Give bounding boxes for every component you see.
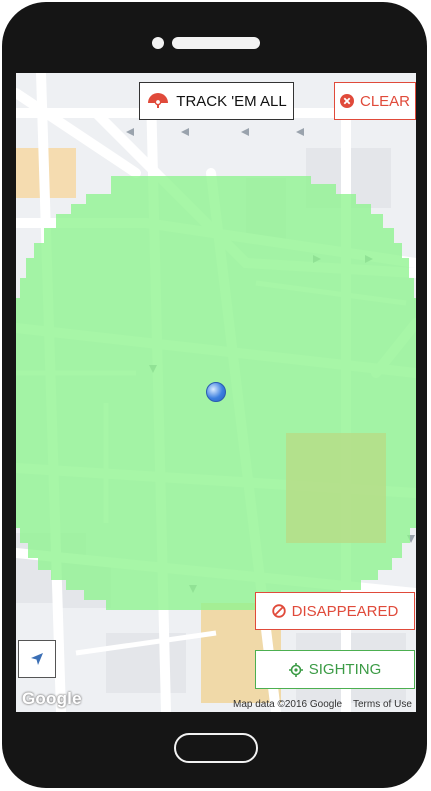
disappeared-button[interactable]: DISAPPEARED (255, 592, 415, 630)
current-location-marker (206, 382, 226, 402)
track-em-all-label: TRACK 'EM ALL (176, 92, 287, 110)
block-icon (271, 604, 286, 618)
navigation-arrow-icon (31, 653, 43, 665)
my-location-button[interactable] (18, 640, 56, 678)
home-button[interactable] (174, 733, 258, 763)
pokeball-umbrella-icon (148, 93, 169, 108)
terms-of-use-link[interactable]: Terms of Use (353, 699, 412, 710)
front-camera (152, 37, 164, 49)
map-screen[interactable]: TRACK 'EM ALL CLEAR DISAPPEARED SIGHTING (16, 73, 416, 712)
crosshair-icon (288, 662, 303, 677)
sighting-button[interactable]: SIGHTING (255, 650, 415, 689)
sighting-label: SIGHTING (308, 661, 382, 678)
clear-button[interactable]: CLEAR (334, 82, 416, 120)
clear-label: CLEAR (359, 92, 411, 110)
map-attribution: Map data ©2016 Google (233, 699, 343, 710)
track-em-all-button[interactable]: TRACK 'EM ALL (139, 82, 294, 120)
disappeared-label: DISAPPEARED (291, 602, 399, 620)
google-logo: Google (22, 689, 82, 708)
earpiece-speaker (172, 37, 260, 49)
phone-frame: TRACK 'EM ALL CLEAR DISAPPEARED SIGHTING (2, 2, 427, 788)
close-circle-icon (339, 94, 354, 108)
